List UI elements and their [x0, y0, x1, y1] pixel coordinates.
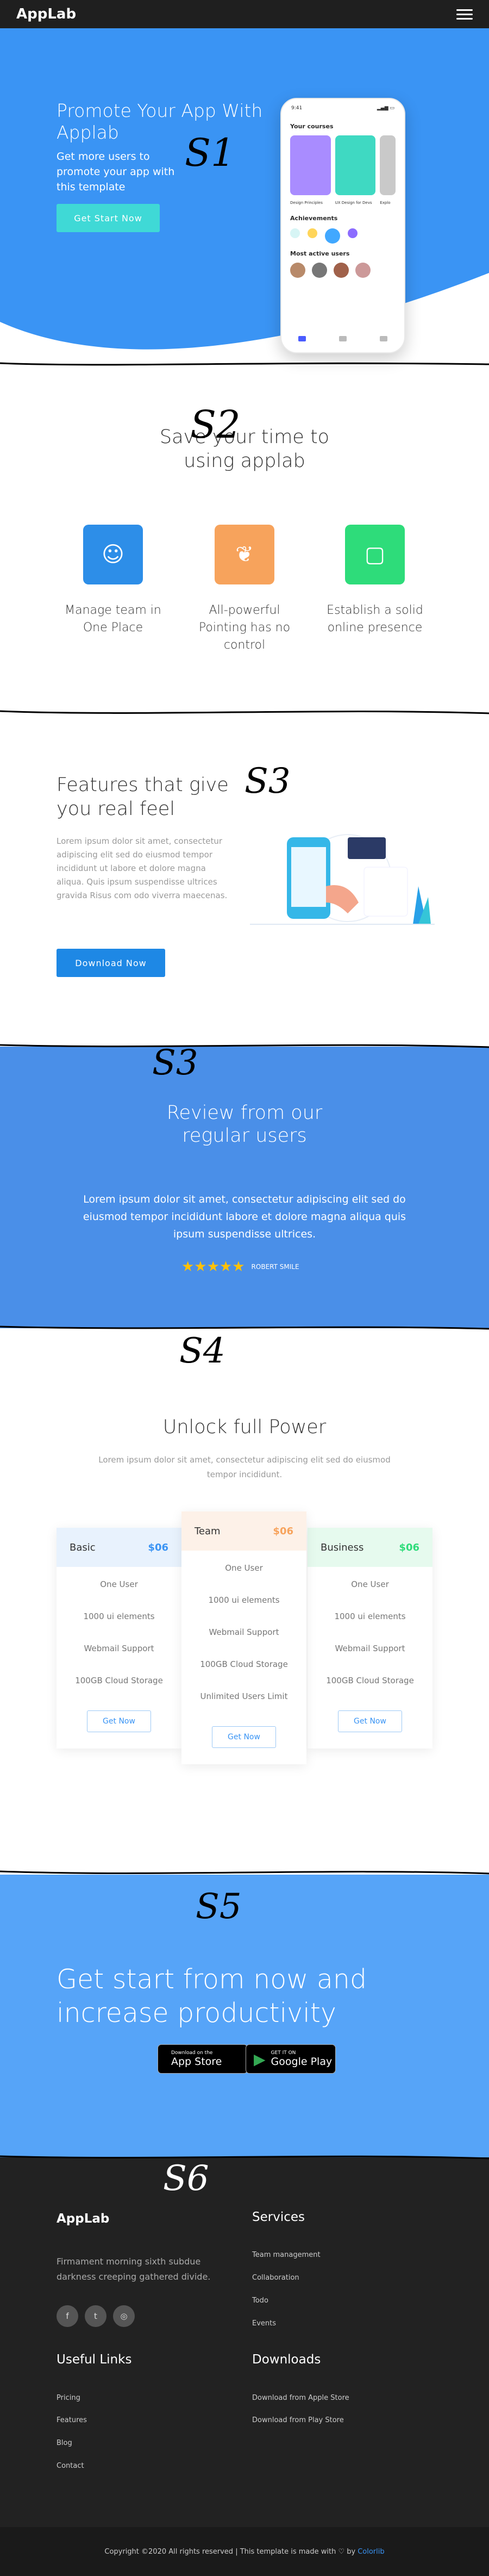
annotation-s3b: S3 [152, 1043, 198, 1083]
get-now-button[interactable]: Get Now [212, 1726, 276, 1748]
plan-name: Team [195, 1525, 221, 1537]
annotation-layer [0, 362, 489, 2160]
plan-feature: 1000 ui elements [208, 1595, 280, 1605]
plan-price: $06 [273, 1525, 293, 1537]
annotation-s4: S4 [179, 1331, 225, 1371]
plan-feature: Webmail Support [209, 1627, 279, 1637]
pricing-card-team: Team $06 One User 1000 ui elements Webmai… [181, 1511, 306, 1764]
plan-feature: One User [225, 1563, 263, 1573]
annotation-s6: S6 [163, 2158, 209, 2199]
annotation-s2: S2 [190, 402, 241, 447]
annotation-s5: S5 [196, 1887, 242, 1927]
annotation-s1: S1 [185, 130, 235, 175]
plan-feature: 100GB Cloud Storage [200, 1659, 288, 1669]
plan-feature: Unlimited Users Limit [200, 1691, 288, 1701]
annotation-s3: S3 [244, 761, 291, 801]
